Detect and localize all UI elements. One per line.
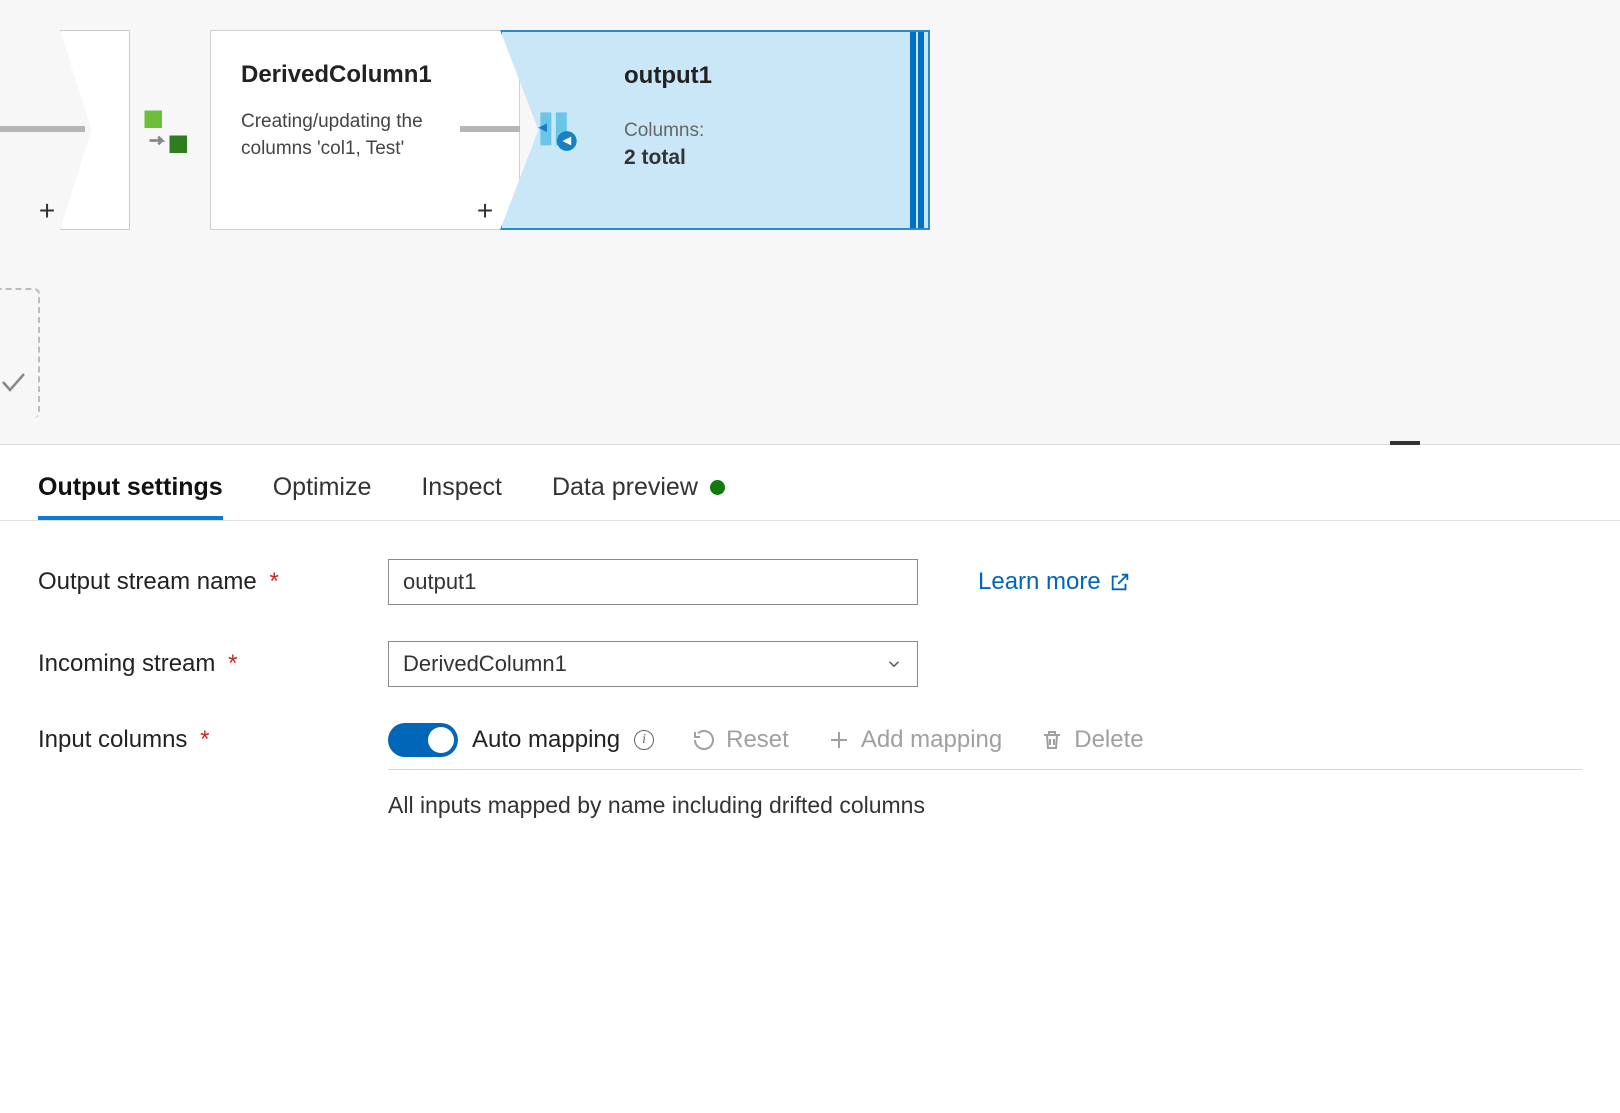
chevron-down-icon: [885, 655, 903, 673]
checkmark-icon: [0, 370, 26, 396]
trash-icon: [1040, 728, 1064, 752]
required-asterisk: *: [200, 726, 209, 753]
node-title: output1: [624, 62, 898, 90]
required-asterisk: *: [228, 650, 237, 677]
external-link-icon: [1109, 571, 1131, 593]
button-label: Add mapping: [861, 726, 1002, 754]
dashed-placeholder: [0, 288, 40, 418]
plus-icon: [827, 728, 851, 752]
node-body: output1 Columns: 2 total: [594, 30, 930, 230]
node-title: DerivedColumn1: [241, 61, 489, 89]
tab-output-settings[interactable]: Output settings: [38, 473, 223, 520]
output-settings-form: Output stream name * Learn more Incoming…: [0, 521, 1620, 819]
label-text: Output stream name: [38, 568, 257, 595]
properties-panel: Output settings Optimize Inspect Data pr…: [0, 444, 1620, 1113]
input-columns-label: Input columns *: [38, 726, 388, 754]
add-mapping-button[interactable]: Add mapping: [827, 726, 1002, 754]
label-text: Incoming stream: [38, 650, 215, 677]
connector-line: [0, 126, 85, 132]
tab-data-preview[interactable]: Data preview: [552, 473, 725, 520]
derived-column-icon: [142, 108, 192, 158]
tab-optimize[interactable]: Optimize: [273, 473, 372, 520]
tab-label: Data preview: [552, 473, 698, 502]
auto-mapping-toggle[interactable]: [388, 723, 458, 757]
link-text: Learn more: [978, 568, 1101, 596]
add-node-button[interactable]: +: [32, 196, 62, 226]
flow-canvas[interactable]: DerivedColumn1 Creating/updating the col…: [0, 0, 1620, 440]
info-icon[interactable]: i: [634, 730, 654, 750]
node-subtitle: Creating/updating the columns 'col1, Tes…: [241, 109, 489, 162]
divider: [388, 769, 1582, 770]
row-output-stream-name: Output stream name * Learn more: [38, 559, 1582, 605]
node-columns-label: Columns:: [624, 120, 898, 142]
add-node-button[interactable]: +: [470, 196, 500, 226]
output-stream-name-label: Output stream name *: [38, 568, 388, 596]
connector-line: [460, 126, 520, 132]
incoming-stream-select[interactable]: DerivedColumn1: [388, 641, 918, 687]
tab-label: Inspect: [421, 473, 502, 502]
selection-indicator: [908, 32, 928, 228]
button-label: Delete: [1074, 726, 1143, 754]
select-value: DerivedColumn1: [403, 651, 567, 677]
row-incoming-stream: Incoming stream * DerivedColumn1: [38, 641, 1582, 687]
auto-mapping-label: Auto mapping: [472, 726, 620, 754]
button-label: Reset: [726, 726, 789, 754]
sink-output-icon: [536, 108, 586, 158]
auto-mapping-control: Auto mapping i: [388, 723, 654, 757]
required-asterisk: *: [269, 568, 278, 595]
panel-tabs: Output settings Optimize Inspect Data pr…: [0, 445, 1620, 521]
mapping-description: All inputs mapped by name including drif…: [388, 792, 1582, 819]
tab-label: Output settings: [38, 473, 223, 502]
learn-more-link[interactable]: Learn more: [978, 568, 1131, 596]
tab-label: Optimize: [273, 473, 372, 502]
tab-inspect[interactable]: Inspect: [421, 473, 502, 520]
row-input-columns: Input columns * Auto mapping i Reset Add…: [38, 723, 1582, 757]
node-columns-value: 2 total: [624, 146, 898, 170]
reset-icon: [692, 728, 716, 752]
status-dot-icon: [710, 480, 725, 495]
label-text: Input columns: [38, 726, 187, 753]
delete-button[interactable]: Delete: [1040, 726, 1143, 754]
incoming-stream-label: Incoming stream *: [38, 650, 388, 678]
panel-resize-handle[interactable]: [1390, 441, 1420, 445]
reset-button[interactable]: Reset: [692, 726, 789, 754]
output-stream-name-input[interactable]: [388, 559, 918, 605]
